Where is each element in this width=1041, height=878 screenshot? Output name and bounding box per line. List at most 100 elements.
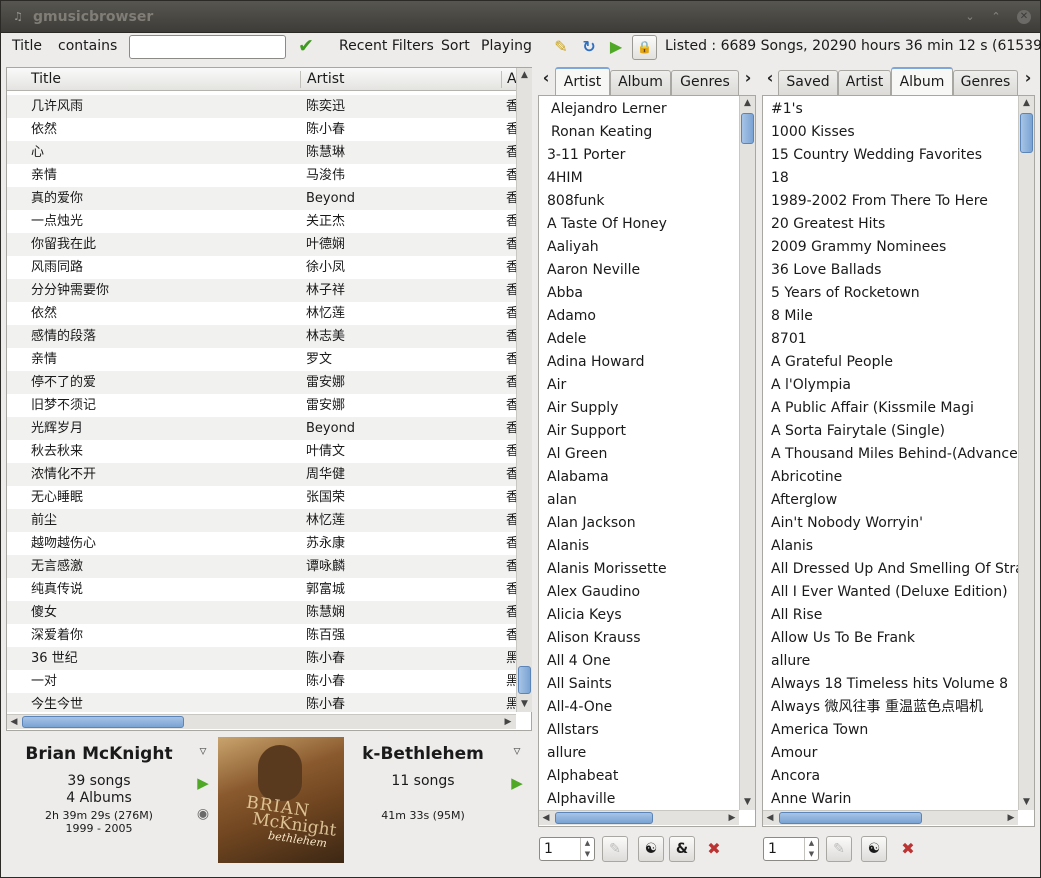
scroll-up-icon[interactable]: ▲ bbox=[1019, 96, 1034, 111]
search-input[interactable] bbox=[129, 35, 286, 59]
minimize-icon[interactable]: ⌄ bbox=[963, 10, 977, 24]
list-item[interactable]: 8 Mile bbox=[771, 305, 813, 328]
artist-picture-icon[interactable]: ◉ bbox=[195, 806, 211, 822]
scroll-left-icon[interactable]: ◀ bbox=[7, 715, 21, 730]
album-name[interactable]: k-Bethlehem bbox=[353, 744, 493, 764]
spin-down-icon[interactable]: ▼ bbox=[804, 849, 818, 860]
artist-list-hscrollbar[interactable]: ◀ ▶ bbox=[539, 810, 739, 825]
scroll-up-icon[interactable]: ▲ bbox=[517, 68, 532, 83]
list-item[interactable]: Air Supply bbox=[547, 397, 618, 420]
filter-funnel-icon[interactable]: ▿ bbox=[509, 743, 525, 759]
list-item[interactable]: Always 微风往事 重温蓝色点唱机 bbox=[771, 696, 983, 719]
list-item[interactable]: Anne Warin bbox=[771, 788, 851, 808]
list-item[interactable]: Alejandro Lerner bbox=[551, 98, 667, 121]
brush-button[interactable]: ✎ bbox=[826, 836, 852, 862]
list-item[interactable]: 36 Love Ballads bbox=[771, 259, 881, 282]
list-item[interactable]: Air Support bbox=[547, 420, 626, 443]
list-item[interactable]: 8701 bbox=[771, 328, 807, 351]
song-row[interactable]: 36 世纪 陈小春 黑 bbox=[7, 647, 516, 670]
list-item[interactable]: 3-11 Porter bbox=[547, 144, 625, 167]
play-artist-icon[interactable]: ▶ bbox=[195, 775, 211, 791]
yin-yang-button[interactable]: ☯ bbox=[861, 836, 887, 862]
list-item[interactable]: All Saints bbox=[547, 673, 612, 696]
song-row[interactable]: 纯真传说 郭富城 香 bbox=[7, 578, 516, 601]
list-item[interactable]: Al Green bbox=[547, 443, 607, 466]
song-row[interactable]: 依然 林忆莲 香 bbox=[7, 302, 516, 325]
list-item[interactable]: Alanis Morissette bbox=[547, 558, 667, 581]
song-row[interactable]: 你留我在此 叶德娴 香 bbox=[7, 233, 516, 256]
list-item[interactable]: Aaron Neville bbox=[547, 259, 640, 282]
song-list-vscrollbar[interactable]: ▲ ▼ bbox=[516, 68, 532, 712]
list-item[interactable]: America Town bbox=[771, 719, 868, 742]
list-item[interactable]: Alphaville bbox=[547, 788, 615, 808]
song-row[interactable]: 停不了的爱 雷安娜 香 bbox=[7, 371, 516, 394]
song-row[interactable]: 旧梦不须记 雷安娜 香 bbox=[7, 394, 516, 417]
list-item[interactable]: Alanis bbox=[547, 535, 589, 558]
tab-saved[interactable]: Saved bbox=[778, 70, 838, 95]
song-row[interactable]: 一对 陈小春 黑 bbox=[7, 670, 516, 693]
pane1-depth-spinner[interactable]: 1 ▲ ▼ bbox=[539, 837, 595, 861]
tab-album[interactable]: Album bbox=[610, 70, 671, 95]
artist-list-vscrollbar[interactable]: ▲ ▼ bbox=[739, 96, 755, 810]
list-item[interactable]: A Taste Of Honey bbox=[547, 213, 667, 236]
song-row[interactable]: 亲情 罗文 香 bbox=[7, 348, 516, 371]
list-item[interactable]: Allstars bbox=[547, 719, 599, 742]
filter-field-button[interactable]: Title bbox=[12, 38, 42, 54]
scroll-thumb[interactable] bbox=[518, 666, 531, 694]
song-row[interactable]: 感情的段落 林志美 香 bbox=[7, 325, 516, 348]
song-row[interactable]: 傻女 陈慧娴 香 bbox=[7, 601, 516, 624]
scroll-thumb[interactable] bbox=[22, 716, 184, 728]
play-filter-icon[interactable]: ▶ bbox=[605, 36, 627, 58]
list-item[interactable]: alan bbox=[547, 489, 577, 512]
list-item[interactable]: 2009 Grammy Nominees bbox=[771, 236, 946, 259]
list-item[interactable]: A Grateful People bbox=[771, 351, 893, 374]
list-item[interactable]: Air bbox=[547, 374, 566, 397]
tools-icon[interactable]: ✖ bbox=[703, 838, 725, 860]
list-item[interactable]: Ain't Nobody Worryin' bbox=[771, 512, 923, 535]
song-row[interactable]: 无心睡眠 张国荣 香 bbox=[7, 486, 516, 509]
list-item[interactable]: 4HIM bbox=[547, 167, 583, 190]
scroll-thumb[interactable] bbox=[1020, 113, 1033, 153]
song-row[interactable]: 心 陈慧琳 香 bbox=[7, 141, 516, 164]
list-item[interactable]: Adele bbox=[547, 328, 586, 351]
tab-genres[interactable]: Genres bbox=[671, 70, 739, 95]
scroll-thumb[interactable] bbox=[555, 812, 653, 824]
list-item[interactable]: All Dressed Up And Smelling Of Stran bbox=[771, 558, 1018, 581]
lock-icon[interactable]: 🔒 bbox=[632, 35, 657, 60]
scroll-down-icon[interactable]: ▼ bbox=[1019, 795, 1034, 810]
tab-scroll-left-icon[interactable]: ‹ bbox=[539, 68, 553, 88]
tab-scroll-left-icon[interactable]: ‹ bbox=[763, 68, 777, 88]
scroll-down-icon[interactable]: ▼ bbox=[740, 795, 755, 810]
list-item[interactable]: Afterglow bbox=[771, 489, 837, 512]
column-artist[interactable]: Artist bbox=[307, 71, 345, 87]
song-row[interactable]: 依然 陈小春 香 bbox=[7, 118, 516, 141]
list-item[interactable]: 808funk bbox=[547, 190, 605, 213]
list-item[interactable]: 15 Country Wedding Favorites bbox=[771, 144, 982, 167]
scroll-right-icon[interactable]: ▶ bbox=[1004, 811, 1018, 826]
spin-down-icon[interactable]: ▼ bbox=[580, 849, 594, 860]
list-item[interactable]: Abba bbox=[547, 282, 583, 305]
list-item[interactable]: Alison Krauss bbox=[547, 627, 641, 650]
song-row[interactable]: 秋去秋来 叶倩文 香 bbox=[7, 440, 516, 463]
song-row[interactable]: 深爱着你 陈百强 香 bbox=[7, 624, 516, 647]
song-list-hscrollbar[interactable]: ◀ ▶ bbox=[7, 714, 516, 729]
list-item[interactable]: A l'Olympia bbox=[771, 374, 851, 397]
yin-yang-button[interactable]: ☯ bbox=[638, 836, 664, 862]
song-row[interactable]: 一点烛光 关正杰 香 bbox=[7, 210, 516, 233]
list-item[interactable]: Alabama bbox=[547, 466, 609, 489]
spin-up-icon[interactable]: ▲ bbox=[580, 838, 594, 849]
list-item[interactable]: Alex Gaudino bbox=[547, 581, 640, 604]
filter-op-button[interactable]: contains bbox=[58, 38, 117, 54]
list-item[interactable]: Adina Howard bbox=[547, 351, 645, 374]
spin-up-icon[interactable]: ▲ bbox=[804, 838, 818, 849]
scroll-left-icon[interactable]: ◀ bbox=[763, 811, 777, 826]
list-item[interactable]: 20 Greatest Hits bbox=[771, 213, 885, 236]
sort-button[interactable]: Sort bbox=[441, 38, 470, 54]
song-row[interactable]: 无言感激 谭咏麟 香 bbox=[7, 555, 516, 578]
list-item[interactable]: Ronan Keating bbox=[551, 121, 652, 144]
list-item[interactable]: Aaliyah bbox=[547, 236, 599, 259]
scroll-down-icon[interactable]: ▼ bbox=[517, 697, 532, 712]
list-item[interactable]: Alan Jackson bbox=[547, 512, 636, 535]
list-item[interactable]: Adamo bbox=[547, 305, 596, 328]
list-item[interactable]: Alphabeat bbox=[547, 765, 618, 788]
